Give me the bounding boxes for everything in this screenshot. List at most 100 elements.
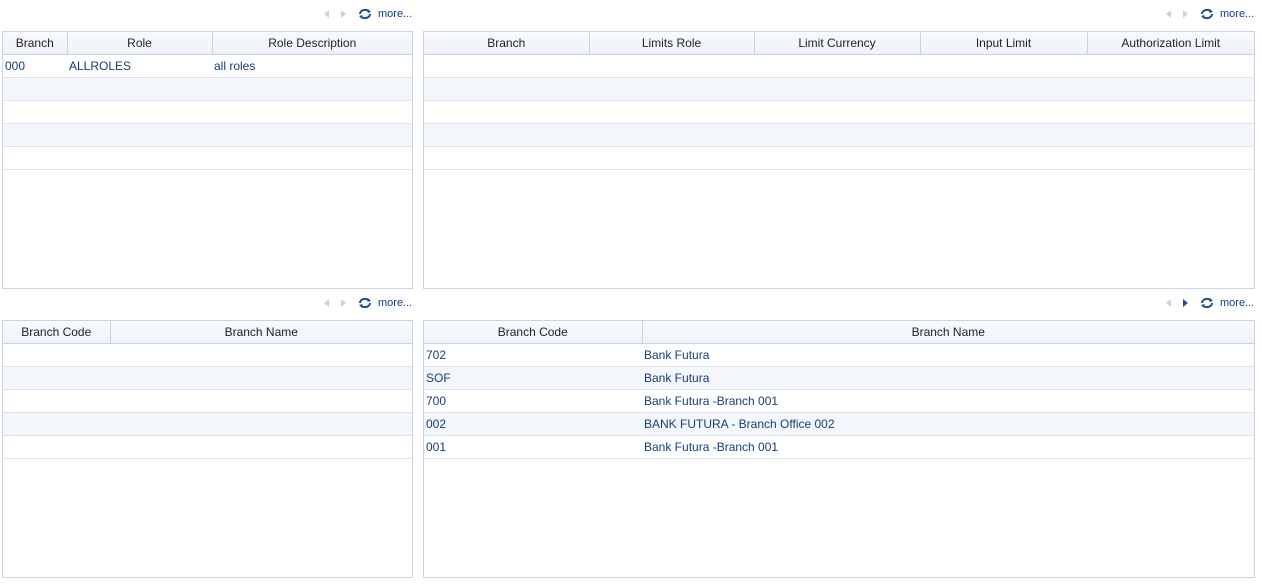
column-header-branch[interactable]: Branch: [424, 32, 590, 55]
table-row[interactable]: 702 Bank Futura: [424, 343, 1254, 367]
cell: 000: [3, 54, 67, 78]
cell: [110, 343, 412, 367]
cell: [110, 412, 412, 436]
table-row[interactable]: [3, 435, 412, 459]
cell: ALLROLES: [67, 54, 212, 78]
refresh-icon[interactable]: [358, 297, 372, 309]
table-row[interactable]: [3, 77, 412, 101]
cell: [589, 146, 754, 170]
table-row[interactable]: [3, 123, 412, 147]
cell: [110, 366, 412, 390]
table-row[interactable]: [3, 146, 412, 170]
cell: 700: [424, 389, 642, 413]
cell: [212, 146, 412, 170]
limits-pager: more...: [1160, 6, 1254, 22]
column-header-role-description[interactable]: Role Description: [212, 32, 412, 55]
cell: [67, 77, 212, 101]
prev-page-icon[interactable]: [324, 10, 329, 18]
cell: [3, 146, 67, 170]
cell: [424, 146, 589, 170]
table-row[interactable]: [424, 100, 1254, 124]
more-link[interactable]: more...: [378, 297, 412, 309]
cell: [920, 100, 1087, 124]
branches-right-grid: Branch Code Branch Name 702 Bank Futura …: [423, 320, 1255, 578]
cell: [424, 100, 589, 124]
table-row[interactable]: 001 Bank Futura -Branch 001: [424, 435, 1254, 459]
next-page-icon[interactable]: [341, 10, 346, 18]
prev-page-icon[interactable]: [1166, 10, 1171, 18]
cell: [920, 54, 1087, 78]
cell: [3, 123, 67, 147]
column-header-branch-name[interactable]: Branch Name: [642, 321, 1254, 344]
cell: [589, 100, 754, 124]
cell: [67, 146, 212, 170]
cell: [3, 389, 110, 413]
cell: [589, 77, 754, 101]
column-header-branch-name[interactable]: Branch Name: [110, 321, 412, 344]
cell: [424, 77, 589, 101]
column-header-input-limit[interactable]: Input Limit: [920, 32, 1088, 55]
header-row: Branch Limits Role Limit Currency Input …: [424, 32, 1254, 55]
cell: Bank Futura -Branch 001: [642, 389, 1254, 413]
column-header-branch-code[interactable]: Branch Code: [3, 321, 111, 344]
table-row[interactable]: [424, 77, 1254, 101]
cell: [3, 100, 67, 124]
cell: [3, 412, 110, 436]
cell: Bank Futura -Branch 001: [642, 435, 1254, 459]
cell: [920, 123, 1087, 147]
column-header-role[interactable]: Role: [67, 32, 213, 55]
cell: [920, 146, 1087, 170]
more-link[interactable]: more...: [1220, 297, 1254, 309]
next-page-icon[interactable]: [1183, 10, 1188, 18]
limits-grid: Branch Limits Role Limit Currency Input …: [423, 31, 1255, 289]
table-row[interactable]: [424, 123, 1254, 147]
cell: [67, 100, 212, 124]
prev-page-icon[interactable]: [1166, 299, 1171, 307]
cell: [3, 77, 67, 101]
column-header-authorization-limit[interactable]: Authorization Limit: [1087, 32, 1254, 55]
cell: [754, 123, 920, 147]
next-page-icon[interactable]: [341, 299, 346, 307]
more-link[interactable]: more...: [1220, 8, 1254, 20]
cell: [1087, 123, 1254, 147]
table-row[interactable]: [3, 100, 412, 124]
column-header-limit-currency[interactable]: Limit Currency: [754, 32, 921, 55]
table-row[interactable]: 002 BANK FUTURA - Branch Office 002: [424, 412, 1254, 436]
table-row[interactable]: [424, 146, 1254, 170]
cell: [920, 77, 1087, 101]
column-header-limits-role[interactable]: Limits Role: [589, 32, 755, 55]
cell: [1087, 54, 1254, 78]
more-link[interactable]: more...: [378, 8, 412, 20]
cell: [754, 77, 920, 101]
cell: [589, 123, 754, 147]
cell: Bank Futura: [642, 366, 1254, 390]
cell: 702: [424, 343, 642, 367]
header-row: Branch Code Branch Name: [3, 321, 412, 344]
refresh-icon[interactable]: [1200, 8, 1214, 20]
prev-page-icon[interactable]: [324, 299, 329, 307]
cell: [67, 123, 212, 147]
table-row[interactable]: 700 Bank Futura -Branch 001: [424, 389, 1254, 413]
column-header-branch[interactable]: Branch: [3, 32, 68, 55]
table-row[interactable]: [3, 412, 412, 436]
cell: [3, 435, 110, 459]
refresh-icon[interactable]: [1200, 297, 1214, 309]
table-row[interactable]: [3, 343, 412, 367]
next-page-icon[interactable]: [1183, 299, 1188, 307]
cell: [110, 389, 412, 413]
header-row: Branch Code Branch Name: [424, 321, 1254, 344]
cell: [3, 343, 110, 367]
table-row[interactable]: [3, 366, 412, 390]
table-row[interactable]: 000 ALLROLES all roles: [3, 54, 412, 78]
cell: 001: [424, 435, 642, 459]
column-header-branch-code[interactable]: Branch Code: [424, 321, 643, 344]
cell: all roles: [212, 54, 412, 78]
table-row[interactable]: SOF Bank Futura: [424, 366, 1254, 390]
cell: BANK FUTURA - Branch Office 002: [642, 412, 1254, 436]
table-row[interactable]: [3, 389, 412, 413]
cell: [754, 100, 920, 124]
cell: [110, 435, 412, 459]
cell: [589, 54, 754, 78]
refresh-icon[interactable]: [358, 8, 372, 20]
table-row[interactable]: [424, 54, 1254, 78]
